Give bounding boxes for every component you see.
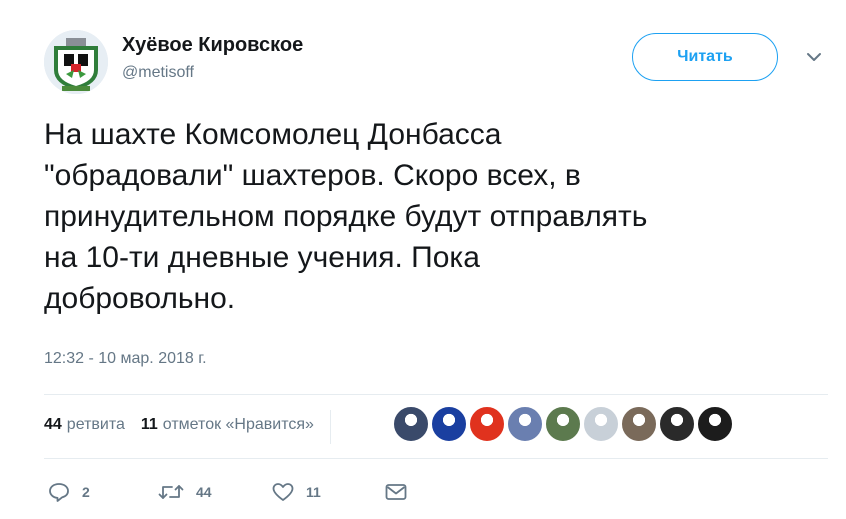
liker-avatar-9[interactable] [697,406,733,442]
reply-count: 2 [82,484,90,500]
divider [44,394,828,395]
tweet-timestamp[interactable]: 12:32 - 10 мар. 2018 г. [44,350,207,368]
liker-avatar-3[interactable] [469,406,505,442]
retweet-action[interactable]: 44 [158,480,212,504]
tweet-stats: 44 ретвита 11 отметок «Нравится» [44,410,343,444]
direct-message-action[interactable] [385,480,407,504]
coat-of-arms-icon [44,30,108,94]
reply-action[interactable]: 2 [48,480,90,504]
author-display-name[interactable]: Хуёвое Кировское [122,34,303,57]
liker-avatar-7[interactable] [621,406,657,442]
likes-label: отметок «Нравится» [162,416,314,433]
retweet-count: 44 [196,484,212,500]
retweets-stat[interactable]: 44 ретвита [44,416,125,434]
author-avatar[interactable] [44,30,108,94]
likers-avatars [393,406,735,442]
envelope-icon [385,484,407,500]
liker-avatar-2[interactable] [431,406,467,442]
retweets-label: ретвита [66,416,125,433]
tweet-text: На шахте Комсомолец Донбасса "обрадовали… [44,118,648,315]
divider [44,458,828,459]
heart-icon [272,483,294,501]
likes-count: 11 [140,416,158,433]
follow-button[interactable]: Читать [632,33,778,81]
liker-avatar-6[interactable] [583,406,619,442]
chevron-down-icon[interactable] [806,50,822,62]
author-handle[interactable]: @metisoff [122,64,194,82]
stats-separator [329,410,331,444]
liker-avatar-5[interactable] [545,406,581,442]
liker-avatar-8[interactable] [659,406,695,442]
like-count: 11 [306,484,321,500]
liker-avatar-4[interactable] [507,406,543,442]
retweets-count: 44 [44,416,62,433]
liker-avatar-1[interactable] [393,406,429,442]
reply-icon [49,483,69,502]
like-action[interactable]: 11 [272,480,321,504]
likes-stat[interactable]: 11 отметок «Нравится» [141,416,314,434]
retweet-icon [158,485,184,499]
